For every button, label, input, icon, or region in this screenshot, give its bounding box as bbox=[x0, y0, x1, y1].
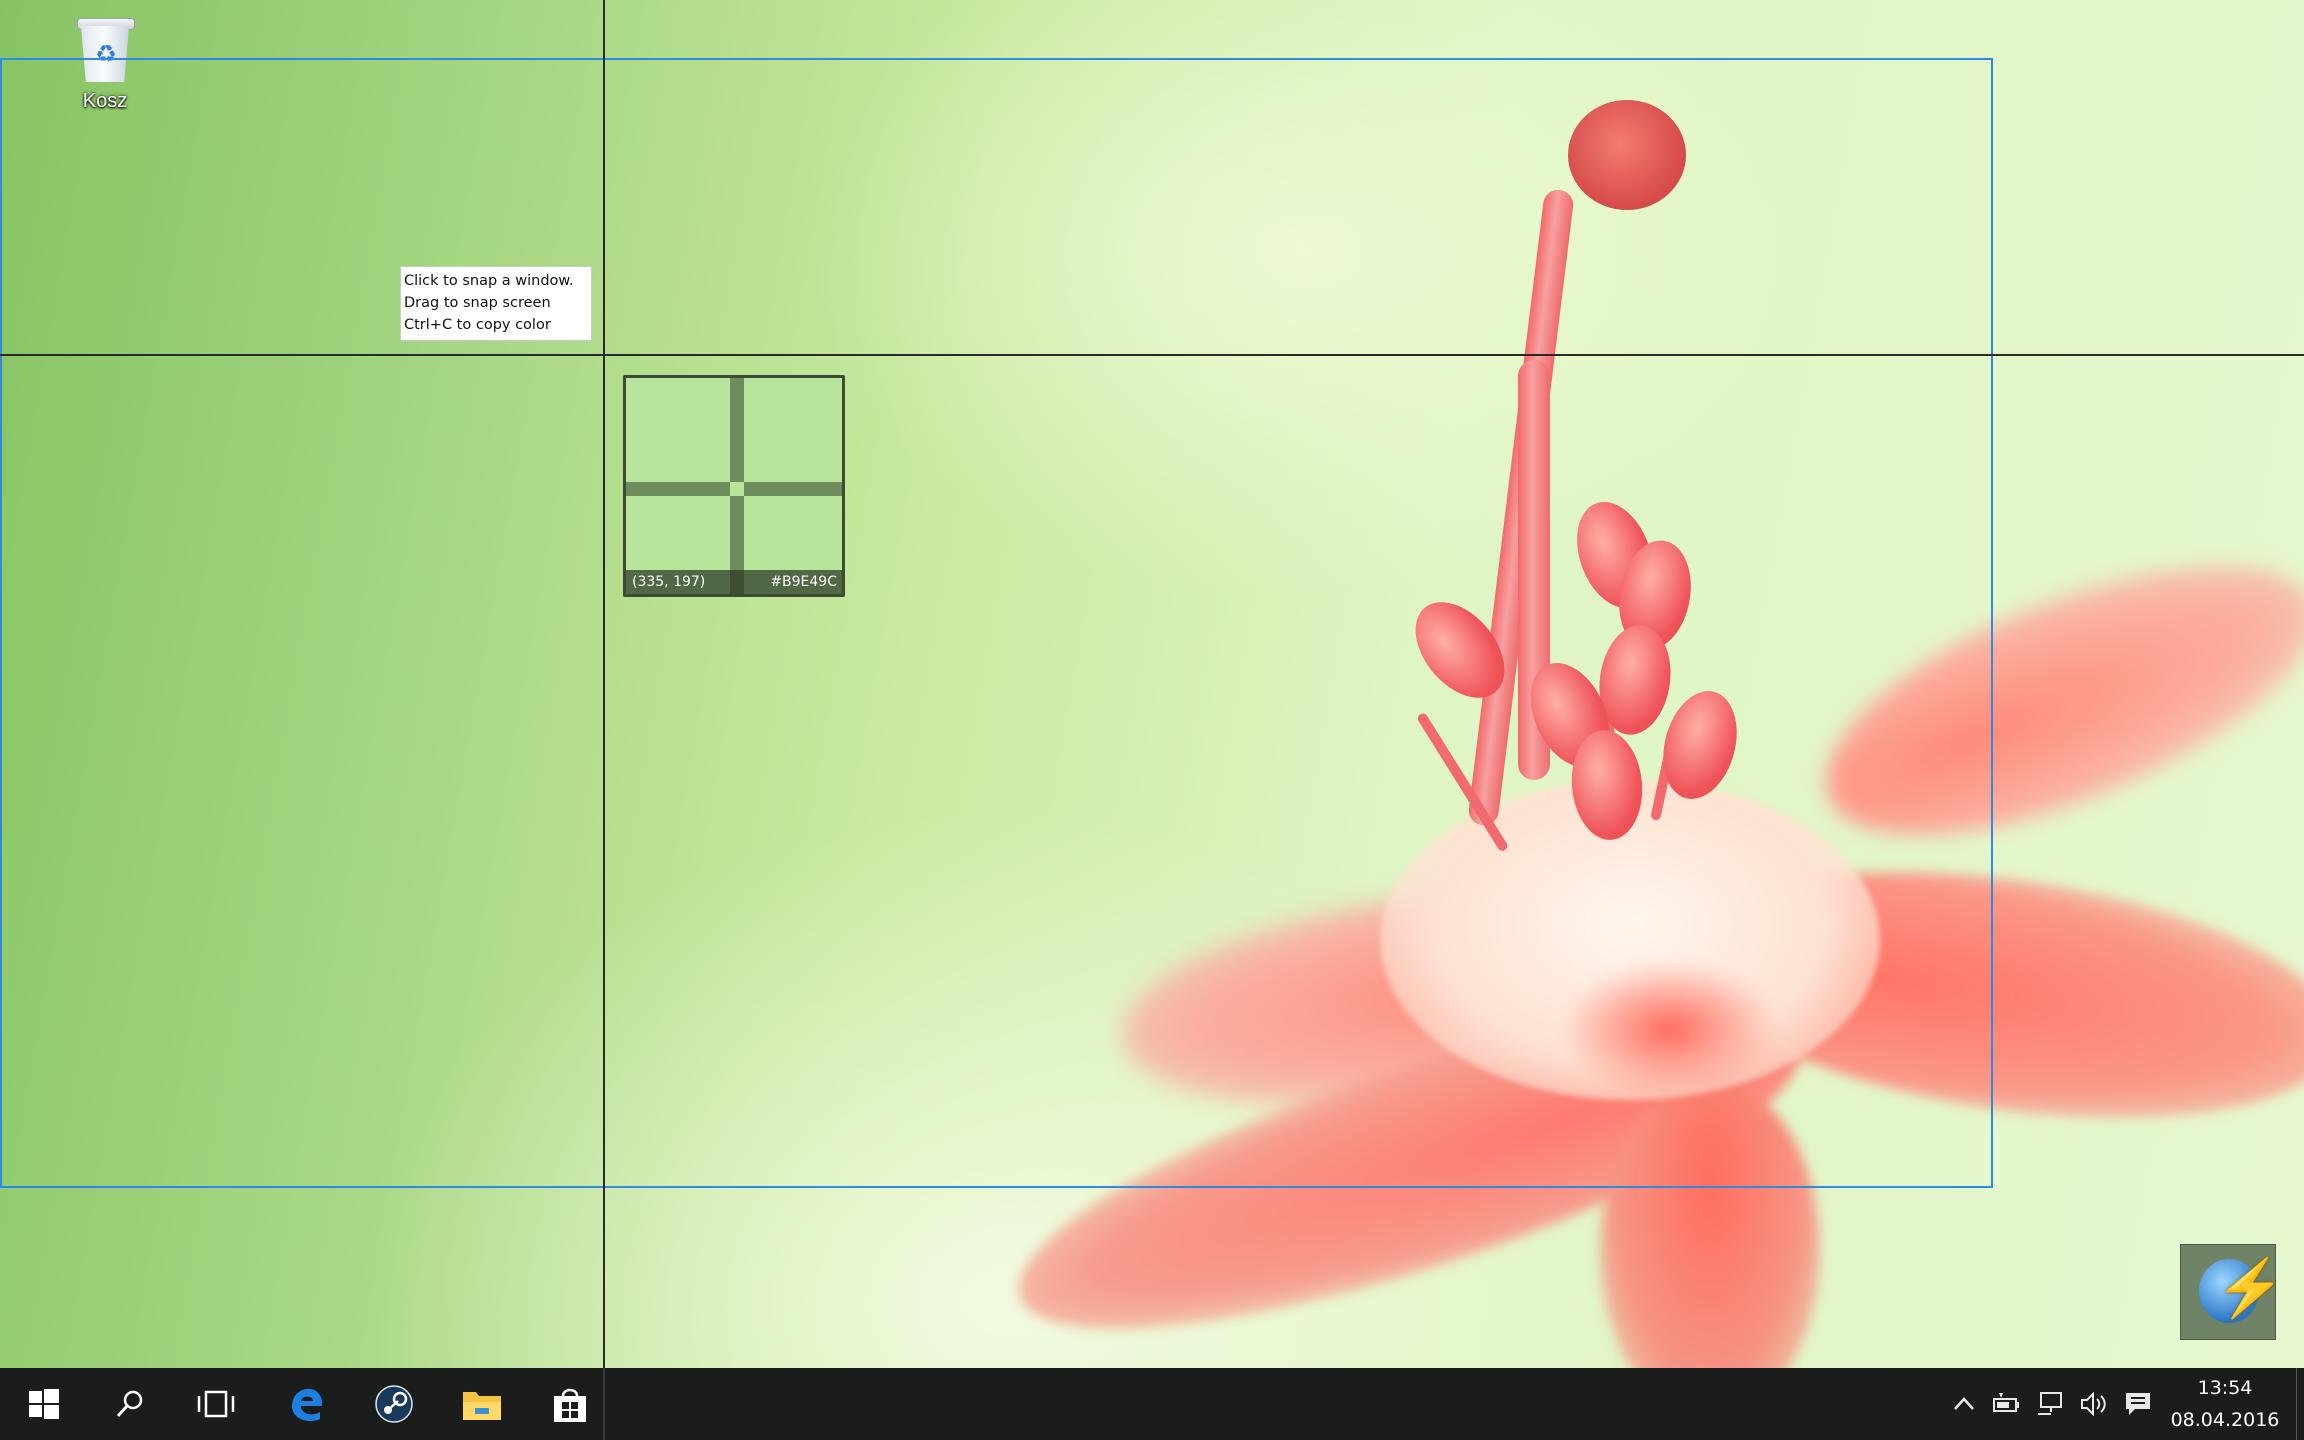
taskbar-steam-button[interactable] bbox=[350, 1368, 438, 1440]
cursor-coordinates: (335, 197) bbox=[632, 574, 706, 590]
magnifier-info-bar: (335, 197) #B9E49C bbox=[626, 570, 842, 594]
color-hex-value: #B9E49C bbox=[770, 574, 837, 590]
crosshair-horizontal bbox=[0, 354, 2304, 356]
search-button[interactable] bbox=[86, 1368, 174, 1440]
network-icon[interactable] bbox=[2034, 1388, 2066, 1420]
color-magnifier: (335, 197) #B9E49C bbox=[623, 375, 845, 597]
clock-date: 08.04.2016 bbox=[2170, 1409, 2280, 1431]
task-view-button[interactable] bbox=[172, 1368, 260, 1440]
clock-time: 13:54 bbox=[2197, 1377, 2253, 1399]
steam-icon bbox=[375, 1385, 413, 1423]
taskbar-edge-button[interactable] bbox=[262, 1368, 350, 1440]
floating-app-button[interactable]: ⚡ bbox=[2180, 1244, 2285, 1340]
task-view-icon bbox=[197, 1390, 235, 1418]
chevron-up-icon[interactable] bbox=[1948, 1388, 1980, 1420]
taskbar-explorer-button[interactable] bbox=[438, 1368, 526, 1440]
snap-window-highlight bbox=[0, 58, 1993, 1188]
tooltip-line: Ctrl+C to copy color bbox=[404, 317, 551, 333]
magnifier-sampled-pixel bbox=[730, 482, 744, 496]
folder-icon bbox=[463, 1392, 501, 1420]
search-icon bbox=[116, 1390, 143, 1418]
start-button[interactable] bbox=[0, 1368, 88, 1440]
crosshair-vertical bbox=[603, 0, 605, 1440]
picker-tooltip: Click to snap a window. Drag to snap scr… bbox=[400, 266, 592, 341]
battery-icon[interactable] bbox=[1990, 1388, 2022, 1420]
action-center-icon[interactable] bbox=[2122, 1388, 2154, 1420]
windows-logo-icon bbox=[29, 1389, 59, 1419]
tooltip-line: Drag to snap screen bbox=[404, 295, 551, 311]
edge-icon bbox=[292, 1388, 323, 1422]
store-icon bbox=[554, 1388, 586, 1422]
show-desktop-button[interactable] bbox=[2296, 1368, 2304, 1440]
volume-icon[interactable] bbox=[2078, 1388, 2110, 1420]
taskbar: 13:54 08.04.2016 bbox=[0, 1368, 2304, 1440]
crosshair-vertical-taskbar bbox=[603, 1368, 605, 1440]
taskbar-clock[interactable]: 13:54 08.04.2016 bbox=[2160, 1374, 2290, 1434]
lightning-bolt-icon: ⚡ bbox=[2215, 1256, 2285, 1319]
tooltip-line: Click to snap a window. bbox=[404, 273, 574, 289]
taskbar-store-button[interactable] bbox=[526, 1368, 614, 1440]
